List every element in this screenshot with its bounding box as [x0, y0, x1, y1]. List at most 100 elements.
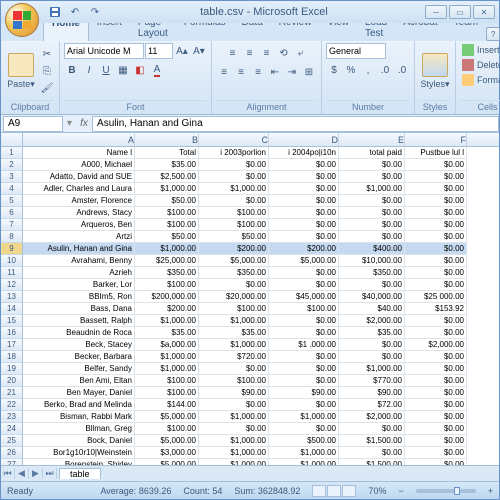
cell[interactable]: $1,000.00	[199, 447, 269, 459]
cell[interactable]: $0.00	[339, 207, 405, 219]
zoom-slider[interactable]	[416, 489, 476, 493]
cell[interactable]: $35.00	[135, 327, 199, 339]
row-header[interactable]: 9	[1, 243, 23, 255]
format-cells-button[interactable]: Format ▾	[460, 73, 500, 87]
cell[interactable]: $35.00	[339, 327, 405, 339]
cell[interactable]: Pustbue lul l	[405, 147, 467, 159]
row-header[interactable]: 27	[1, 459, 23, 465]
cell[interactable]: $0.00	[269, 363, 339, 375]
cell[interactable]: $0.00	[269, 375, 339, 387]
border-icon[interactable]: ▦	[115, 62, 131, 78]
redo-icon[interactable]: ↷	[87, 4, 103, 20]
cell[interactable]: Adatto, David and SUE	[23, 171, 135, 183]
name-box[interactable]: A9	[3, 116, 63, 132]
shrink-font-icon[interactable]: A▾	[191, 43, 207, 59]
copy-icon[interactable]: ⎘	[39, 64, 55, 80]
percent-icon[interactable]: %	[343, 62, 359, 78]
cell[interactable]: $2,000.00	[339, 411, 405, 423]
normal-view-icon[interactable]	[312, 485, 326, 497]
cell[interactable]: $0.00	[339, 339, 405, 351]
cell[interactable]: $35.00	[199, 327, 269, 339]
cell[interactable]: $400.00	[339, 243, 405, 255]
cell[interactable]: $0.00	[199, 399, 269, 411]
align-top-icon[interactable]: ≡	[225, 45, 241, 61]
cell[interactable]: $720.00	[199, 351, 269, 363]
cell[interactable]: $0.00	[269, 207, 339, 219]
decrease-decimal-icon[interactable]: .0	[394, 62, 410, 78]
cell[interactable]: $1,000.00	[199, 183, 269, 195]
cell[interactable]: $0.00	[405, 195, 467, 207]
cell[interactable]: $1,000.00	[269, 447, 339, 459]
row-header[interactable]: 21	[1, 387, 23, 399]
cell[interactable]: $0.00	[405, 351, 467, 363]
row-header[interactable]: 16	[1, 327, 23, 339]
cell[interactable]: $25,000.00	[135, 255, 199, 267]
office-button[interactable]	[5, 3, 39, 37]
page-break-view-icon[interactable]	[342, 485, 356, 497]
cell[interactable]: i 2004po|i10n	[269, 147, 339, 159]
cell[interactable]: i 2003porlion	[199, 147, 269, 159]
cell[interactable]: $2,500.00	[135, 171, 199, 183]
cell[interactable]: Belfer, Sandy	[23, 363, 135, 375]
cell[interactable]: $0.00	[405, 315, 467, 327]
cell[interactable]: $a,000.00	[135, 339, 199, 351]
cell[interactable]: $0.00	[339, 219, 405, 231]
font-size-select[interactable]	[145, 43, 173, 59]
minimize-button[interactable]: ─	[425, 5, 447, 19]
cell[interactable]: $0.00	[405, 399, 467, 411]
row-header[interactable]: 17	[1, 339, 23, 351]
cell[interactable]: $0.00	[405, 279, 467, 291]
maximize-button[interactable]: ▭	[449, 5, 471, 19]
grow-font-icon[interactable]: A▴	[174, 43, 190, 59]
select-all-corner[interactable]	[1, 133, 23, 146]
cell[interactable]: $0.00	[269, 423, 339, 435]
cell[interactable]: $1 500.00	[339, 459, 405, 465]
row-header[interactable]: 25	[1, 435, 23, 447]
underline-button[interactable]: U	[98, 62, 114, 78]
cell[interactable]: $5,000.00	[199, 255, 269, 267]
cell[interactable]: $100.00	[135, 387, 199, 399]
cell[interactable]: $0.00	[405, 219, 467, 231]
cell[interactable]: Bassett, Ralph	[23, 315, 135, 327]
cell[interactable]: $1,000.00	[199, 435, 269, 447]
cell[interactable]: Beck, Stacey	[23, 339, 135, 351]
cell[interactable]: $5,000.00	[135, 411, 199, 423]
cell[interactable]: $100.00	[135, 219, 199, 231]
align-middle-icon[interactable]: ≡	[242, 45, 258, 61]
name-box-dropdown-icon[interactable]: ▾	[63, 118, 76, 129]
cell[interactable]: Avrahami, Benny	[23, 255, 135, 267]
cell[interactable]: $10,000.00	[339, 255, 405, 267]
styles-button[interactable]: Styles▾	[419, 53, 451, 90]
row-header[interactable]: 22	[1, 399, 23, 411]
sheet-nav-prev-icon[interactable]: ◀	[15, 468, 29, 479]
cell[interactable]: $50.00	[135, 195, 199, 207]
cell[interactable]: $0.00	[405, 327, 467, 339]
row-header[interactable]: 4	[1, 183, 23, 195]
cell[interactable]: Name l	[23, 147, 135, 159]
cell[interactable]: $1,000.00	[199, 411, 269, 423]
cell[interactable]: $1,000.00	[269, 411, 339, 423]
cell[interactable]: $100.00	[199, 219, 269, 231]
cell[interactable]: $0.00	[199, 363, 269, 375]
row-header[interactable]: 3	[1, 171, 23, 183]
cell[interactable]: Azrieh	[23, 267, 135, 279]
sheet-nav-first-icon[interactable]: ⏮	[1, 468, 15, 479]
cell[interactable]: $5,000.00	[135, 435, 199, 447]
cell[interactable]: $0.00	[405, 363, 467, 375]
cell[interactable]: $200,000.00	[135, 291, 199, 303]
cell[interactable]: $0.00	[339, 351, 405, 363]
cell[interactable]: $500.00	[269, 435, 339, 447]
cell[interactable]: $1,000.00	[199, 315, 269, 327]
cell[interactable]: $100.00	[135, 279, 199, 291]
cell[interactable]: $0.00	[405, 411, 467, 423]
row-header[interactable]: 6	[1, 207, 23, 219]
cell[interactable]: $35.00	[135, 159, 199, 171]
cell[interactable]: $0.00	[405, 447, 467, 459]
cell[interactable]: $0.00	[405, 207, 467, 219]
merge-center-icon[interactable]: ⊞	[301, 64, 317, 80]
insert-cells-button[interactable]: Insert ▾	[460, 43, 500, 57]
cell[interactable]: $1,000.00	[135, 351, 199, 363]
cell[interactable]: Bass, Dana	[23, 303, 135, 315]
cell[interactable]: $0.00	[339, 447, 405, 459]
cell[interactable]: $0.00	[405, 231, 467, 243]
